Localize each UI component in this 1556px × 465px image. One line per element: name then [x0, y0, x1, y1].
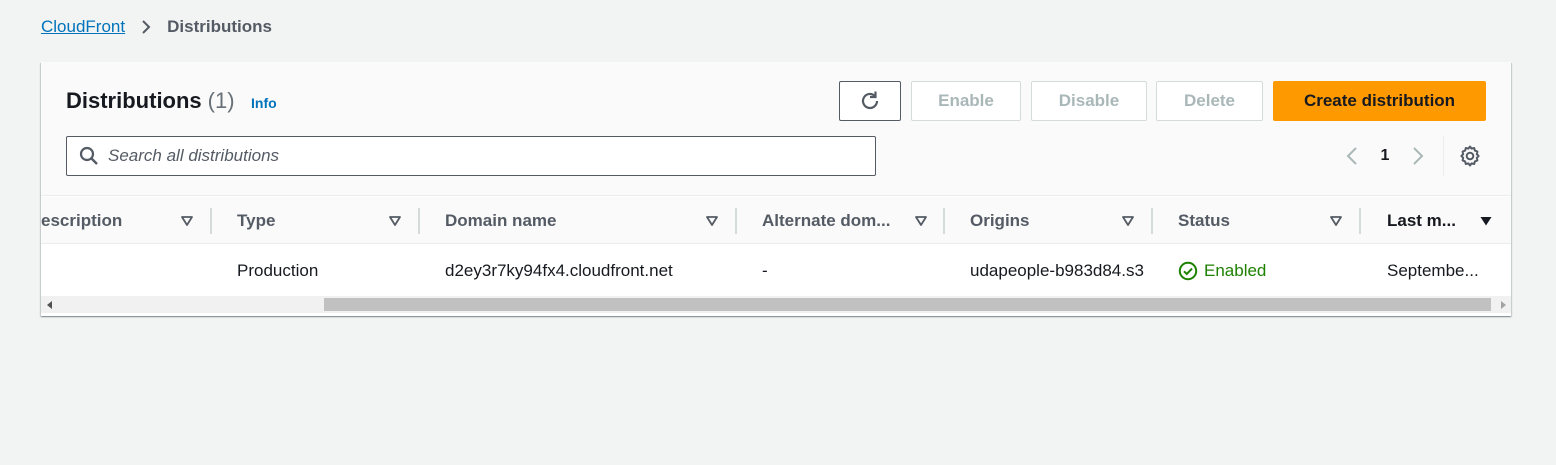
column-divider[interactable]: [1151, 208, 1153, 234]
search-field[interactable]: [66, 136, 876, 176]
column-header-origins[interactable]: Origins: [970, 197, 1150, 244]
sort-triangle-icon: [914, 214, 928, 228]
sort-triangle-icon: [388, 214, 402, 228]
column-label: Type: [237, 210, 276, 230]
cell-domain-name: d2ey3r7ky94fx4.cloudfront.net: [445, 260, 673, 280]
status-text: Enabled: [1204, 260, 1267, 280]
page-number[interactable]: 1: [1365, 147, 1405, 165]
page-title: Distributions (1): [66, 88, 235, 114]
column-label: Status: [1178, 210, 1230, 230]
chevron-right-icon[interactable]: [1405, 144, 1429, 168]
sort-triangle-icon: [180, 214, 194, 228]
column-label: Alternate dom...: [762, 210, 891, 230]
breadcrumb-current: Distributions: [167, 17, 272, 36]
chevron-left-icon[interactable]: [1341, 144, 1365, 168]
breadcrumb: CloudFront Distributions: [41, 16, 272, 38]
cell-origins: udapeople-b983d84.s3: [970, 260, 1144, 280]
search-input[interactable]: [108, 137, 875, 175]
check-circle-icon: [1178, 261, 1198, 281]
sort-descending-icon: [1479, 214, 1493, 228]
scroll-left-arrow-icon[interactable]: [41, 296, 58, 313]
breadcrumb-cloudfront-link[interactable]: CloudFront: [41, 17, 125, 37]
column-header-alternate-domain[interactable]: Alternate dom...: [762, 197, 957, 244]
panel-header: Distributions (1) Info Enable Disable De…: [41, 62, 1511, 196]
column-divider[interactable]: [210, 208, 212, 234]
cell-type: Production: [237, 260, 319, 280]
pager-divider: [1443, 136, 1444, 176]
column-divider[interactable]: [1359, 208, 1361, 234]
sort-triangle-icon: [705, 214, 719, 228]
create-distribution-button[interactable]: Create distribution: [1273, 81, 1486, 121]
title-text: Distributions: [66, 88, 202, 113]
pagination: 1: [1341, 142, 1429, 170]
column-header-description[interactable]: escription: [41, 197, 201, 244]
column-header-domain-name[interactable]: Domain name: [445, 197, 735, 244]
status-badge: Enabled: [1178, 245, 1353, 296]
column-label: escription: [41, 210, 123, 230]
chevron-right-icon: [137, 18, 155, 36]
column-header-type[interactable]: Type: [237, 197, 401, 244]
horizontal-scrollbar[interactable]: [41, 296, 1511, 313]
cell-description: [41, 245, 201, 296]
column-divider[interactable]: [943, 208, 945, 234]
table-header: escription Type Domain name Alternate do…: [41, 197, 1511, 244]
column-label: Origins: [970, 210, 1030, 230]
disable-button[interactable]: Disable: [1031, 81, 1147, 121]
column-divider[interactable]: [418, 208, 420, 234]
column-header-status[interactable]: Status: [1178, 197, 1358, 244]
scrollbar-thumb[interactable]: [324, 298, 1491, 311]
sort-triangle-icon: [1329, 214, 1343, 228]
cell-last-modified: Septembe...: [1387, 260, 1479, 280]
cell-alternate-domain: -: [762, 260, 768, 280]
column-header-last-modified[interactable]: Last m...: [1387, 197, 1502, 244]
enable-button[interactable]: Enable: [911, 81, 1021, 121]
table-row[interactable]: Production d2ey3r7ky94fx4.cloudfront.net…: [41, 245, 1511, 296]
distribution-count: (1): [207, 88, 235, 113]
gear-icon[interactable]: [1458, 144, 1482, 168]
distributions-panel: Distributions (1) Info Enable Disable De…: [41, 62, 1511, 316]
refresh-icon: [859, 90, 881, 112]
column-divider[interactable]: [735, 208, 737, 234]
column-label: Last m...: [1387, 210, 1456, 230]
delete-button[interactable]: Delete: [1156, 81, 1263, 121]
refresh-button[interactable]: [839, 81, 901, 121]
scroll-right-arrow-icon[interactable]: [1494, 296, 1511, 313]
info-link[interactable]: Info: [251, 95, 277, 111]
column-label: Domain name: [445, 210, 557, 230]
search-icon: [79, 146, 99, 166]
sort-triangle-icon: [1121, 214, 1135, 228]
